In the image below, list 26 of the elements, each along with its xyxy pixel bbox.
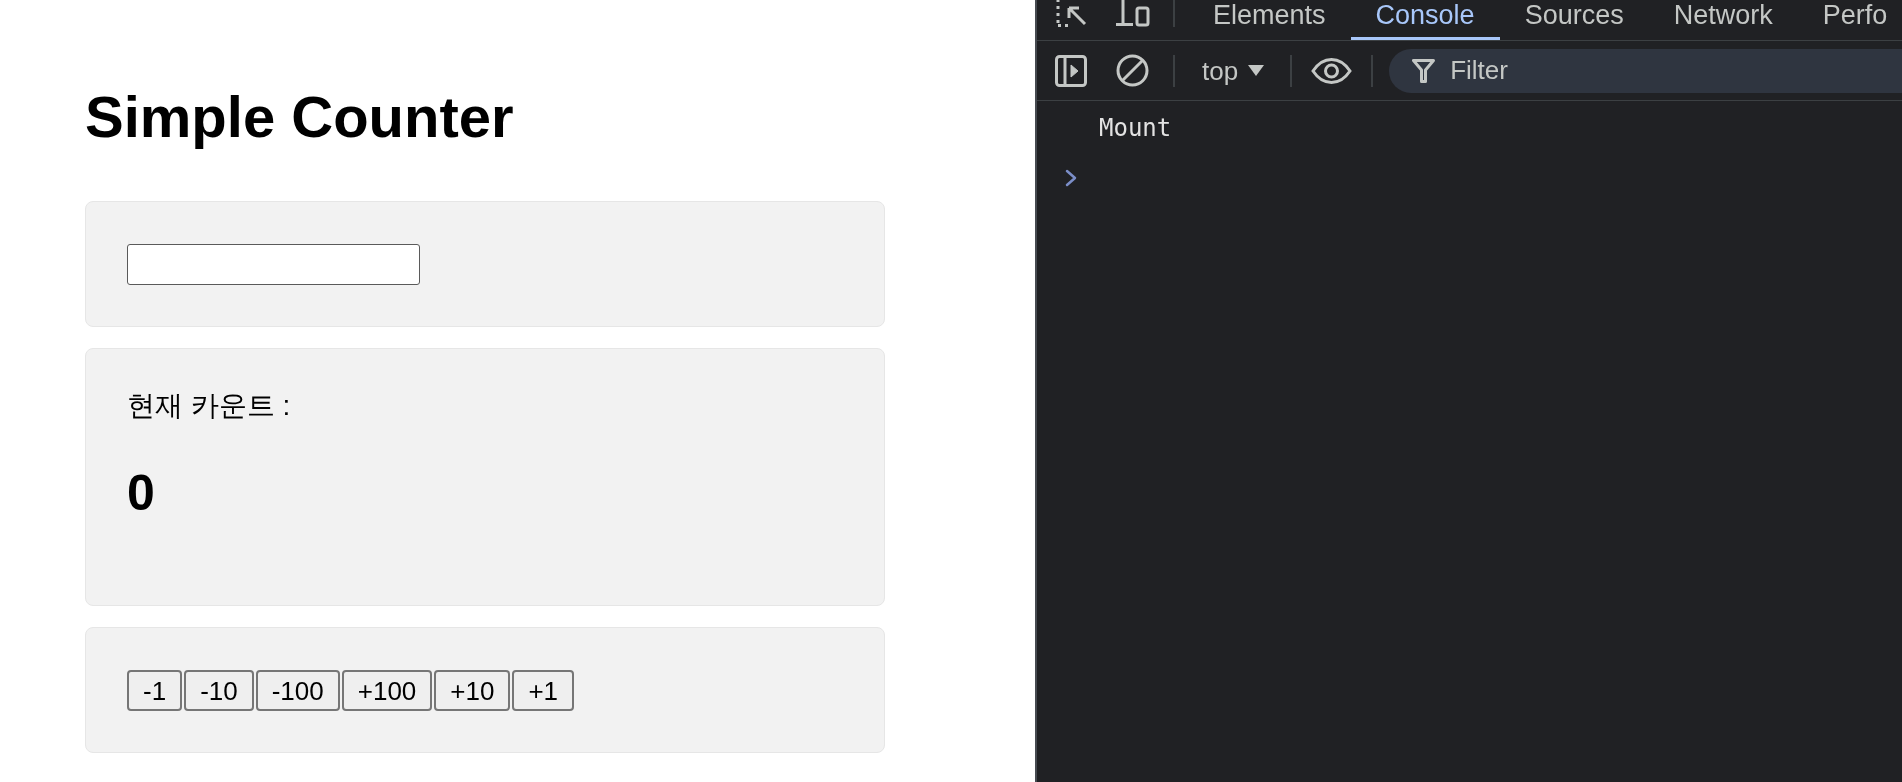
count-label: 현재 카운트 : bbox=[127, 389, 291, 423]
devtools-tab[interactable]: Perfo bbox=[1797, 0, 1902, 40]
inspect-icon[interactable] bbox=[1055, 0, 1088, 27]
step-button[interactable]: -1 bbox=[127, 670, 183, 711]
clear-icon[interactable] bbox=[1116, 54, 1149, 87]
devtools-tab[interactable]: Console bbox=[1350, 0, 1500, 40]
sidebar-icon[interactable] bbox=[1055, 54, 1087, 87]
filter-icon bbox=[1412, 58, 1436, 83]
step-button[interactable]: +10 bbox=[434, 670, 511, 711]
devtools-tab[interactable]: Sources bbox=[1499, 0, 1649, 40]
filter-field[interactable]: Filter bbox=[1389, 48, 1902, 93]
devtools-tab[interactable]: Network bbox=[1648, 0, 1798, 40]
step-button[interactable]: -10 bbox=[184, 670, 254, 711]
device-icon[interactable] bbox=[1116, 0, 1150, 27]
console-message: Mount bbox=[1099, 115, 1172, 141]
step-button[interactable]: -100 bbox=[255, 670, 340, 711]
count-value: 0 bbox=[127, 464, 155, 523]
page-title: Simple Counter bbox=[85, 83, 514, 151]
context-selector[interactable]: top bbox=[1202, 55, 1265, 86]
step-button[interactable]: +100 bbox=[341, 670, 433, 711]
eye-icon[interactable] bbox=[1311, 57, 1353, 84]
step-button[interactable]: +1 bbox=[512, 670, 575, 711]
prompt-chevron-icon[interactable] bbox=[1065, 169, 1077, 187]
caret-icon bbox=[1248, 65, 1265, 76]
input-field[interactable] bbox=[127, 244, 420, 285]
devtools-tab[interactable]: Elements bbox=[1188, 0, 1351, 40]
